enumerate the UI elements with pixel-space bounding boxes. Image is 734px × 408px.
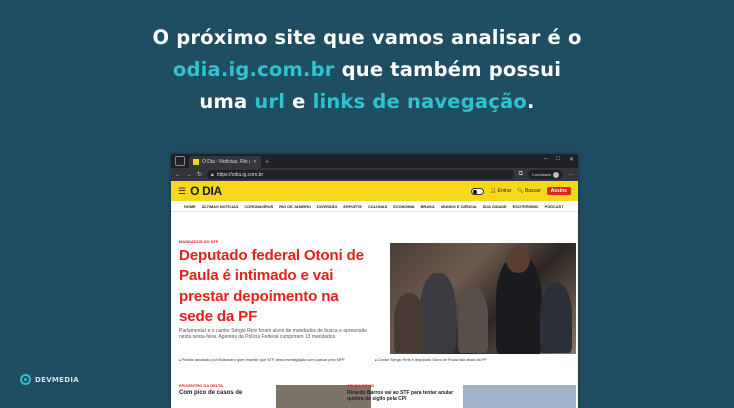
- site-favicon-icon: [193, 159, 199, 165]
- workspace-icon[interactable]: [175, 156, 185, 166]
- site-logo[interactable]: O DIA: [190, 184, 222, 198]
- search-button[interactable]: 🔍︎ Buscar: [517, 188, 540, 194]
- related-link-right[interactable]: Cantor Sérgio Reis e deputado Otoni de P…: [375, 357, 575, 363]
- window-close-icon[interactable]: ✕: [569, 156, 574, 163]
- browser-tab-bar: O Dia - Notícias, Rio de Janeiro ✕ + – □…: [171, 154, 578, 168]
- brand-name: DEVMEDIA: [35, 375, 79, 384]
- photo-figure-head: [506, 247, 530, 273]
- heading-url-word: url: [254, 90, 286, 113]
- address-bar-row: ← → ↻ 🔒︎ https://odia.ig.com.br ⧉ Convid…: [171, 168, 578, 181]
- browser-window: O Dia - Notícias, Rio de Janeiro ✕ + – □…: [171, 154, 578, 408]
- bottom-right-kicker[interactable]: CPI DA COVID: [347, 383, 374, 388]
- photo-figure: [420, 273, 456, 353]
- url-text: https://odia.ig.com.br: [216, 171, 264, 178]
- tab-title: O Dia - Notícias, Rio de Janeiro: [202, 159, 250, 165]
- bottom-left-headline[interactable]: Com pico de casos de: [179, 390, 275, 397]
- profile-label: Convidado: [531, 172, 551, 177]
- nav-diversao[interactable]: DIVERSÃO: [317, 204, 337, 209]
- avatar: [553, 171, 559, 178]
- hamburger-menu-icon[interactable]: ☰: [178, 186, 186, 197]
- browser-tab[interactable]: O Dia - Notícias, Rio de Janeiro ✕: [189, 156, 261, 168]
- header-tools: 👤︎ Entrar 🔍︎ Buscar Assine: [470, 187, 571, 195]
- profile-button[interactable]: Convidado: [527, 170, 563, 179]
- reload-icon[interactable]: ↻: [197, 171, 202, 178]
- site-nav: HOME ÚLTIMAS NOTÍCIAS CORONAVÍRUS RIO DE…: [171, 201, 578, 212]
- dark-mode-toggle[interactable]: [470, 187, 484, 195]
- nav-brasil[interactable]: BRASIL: [421, 204, 435, 209]
- heading-line-2: odia.ig.com.br que também possui: [0, 54, 734, 86]
- bottom-right-headline[interactable]: Ricardo Barros vai ao STF para tentar an…: [347, 390, 455, 402]
- nav-mundo-e-ciencia[interactable]: MUNDO E CIÊNCIA: [441, 204, 476, 209]
- new-tab-icon[interactable]: +: [265, 159, 269, 166]
- related-link-left[interactable]: Pedido assinado por Bolsonaro quer imped…: [179, 357, 375, 363]
- address-bar[interactable]: 🔒︎ https://odia.ig.com.br: [207, 170, 514, 179]
- nav-ultimas-noticias[interactable]: ÚLTIMAS NOTÍCIAS: [202, 204, 239, 209]
- heading-line-2-rest: que também possui: [334, 58, 562, 81]
- devmedia-brand: DEVMEDIA: [20, 374, 79, 385]
- nav-colunas[interactable]: COLUNAS: [368, 204, 387, 209]
- slide-heading: O próximo site que vamos analisar é o od…: [0, 22, 734, 118]
- bottom-right-thumbnail[interactable]: [463, 385, 576, 408]
- minimize-icon[interactable]: –: [544, 156, 547, 163]
- nav-home[interactable]: HOME: [184, 204, 196, 209]
- main-news-photo[interactable]: [390, 243, 576, 354]
- heading-text-b: e: [285, 90, 313, 113]
- lock-icon: 🔒︎: [211, 171, 214, 178]
- site-header: ☰ O DIA 👤︎ Entrar 🔍︎ Buscar Assine: [171, 181, 578, 201]
- login-label: Entrar: [497, 188, 512, 194]
- nav-podcast[interactable]: PODCAST: [545, 204, 564, 209]
- nav-economia[interactable]: ECONOMIA: [393, 204, 414, 209]
- heading-site-name: odia.ig.com.br: [172, 58, 335, 81]
- heading-line-3: uma url e links de navegação.: [0, 86, 734, 118]
- bottom-left-kicker[interactable]: EPICENTRO DA DELTA: [179, 383, 223, 388]
- nav-sua-cidade[interactable]: SUA CIDADE: [483, 204, 507, 209]
- window-controls: – □ ✕: [544, 156, 574, 163]
- heading-period: .: [526, 90, 535, 113]
- search-label: Buscar: [525, 188, 541, 194]
- photo-figure: [540, 283, 572, 353]
- main-kicker[interactable]: MANDADOS DO STF: [179, 239, 218, 244]
- heading-text-a: uma: [199, 90, 255, 113]
- collections-icon[interactable]: ⧉: [519, 171, 523, 178]
- nav-esoterismo[interactable]: ESOTERISMO: [513, 204, 539, 209]
- nav-rio-de-janeiro[interactable]: RIO DE JANEIRO: [279, 204, 311, 209]
- login-link[interactable]: 👤︎ Entrar: [490, 188, 511, 194]
- maximize-icon[interactable]: □: [556, 156, 560, 163]
- photo-figure: [394, 293, 424, 353]
- devmedia-logo-icon: [20, 374, 31, 385]
- nav-coronavirus[interactable]: CORONAVÍRUS: [244, 204, 273, 209]
- close-tab-icon[interactable]: ✕: [253, 159, 257, 165]
- forward-icon[interactable]: →: [186, 172, 192, 178]
- more-options-icon[interactable]: ···: [568, 172, 574, 178]
- heading-line-1: O próximo site que vamos analisar é o: [152, 26, 582, 49]
- main-headline[interactable]: Deputado federal Otoni de Paula é intima…: [179, 246, 375, 327]
- subscribe-button[interactable]: Assine: [546, 187, 571, 195]
- nav-esporte[interactable]: ESPORTE: [343, 204, 362, 209]
- photo-figure: [458, 287, 488, 353]
- main-summary: Parlamentar e o cantor Sérgio Reis foram…: [179, 328, 367, 341]
- heading-links-words: links de navegação: [312, 90, 527, 113]
- back-icon[interactable]: ←: [175, 172, 181, 178]
